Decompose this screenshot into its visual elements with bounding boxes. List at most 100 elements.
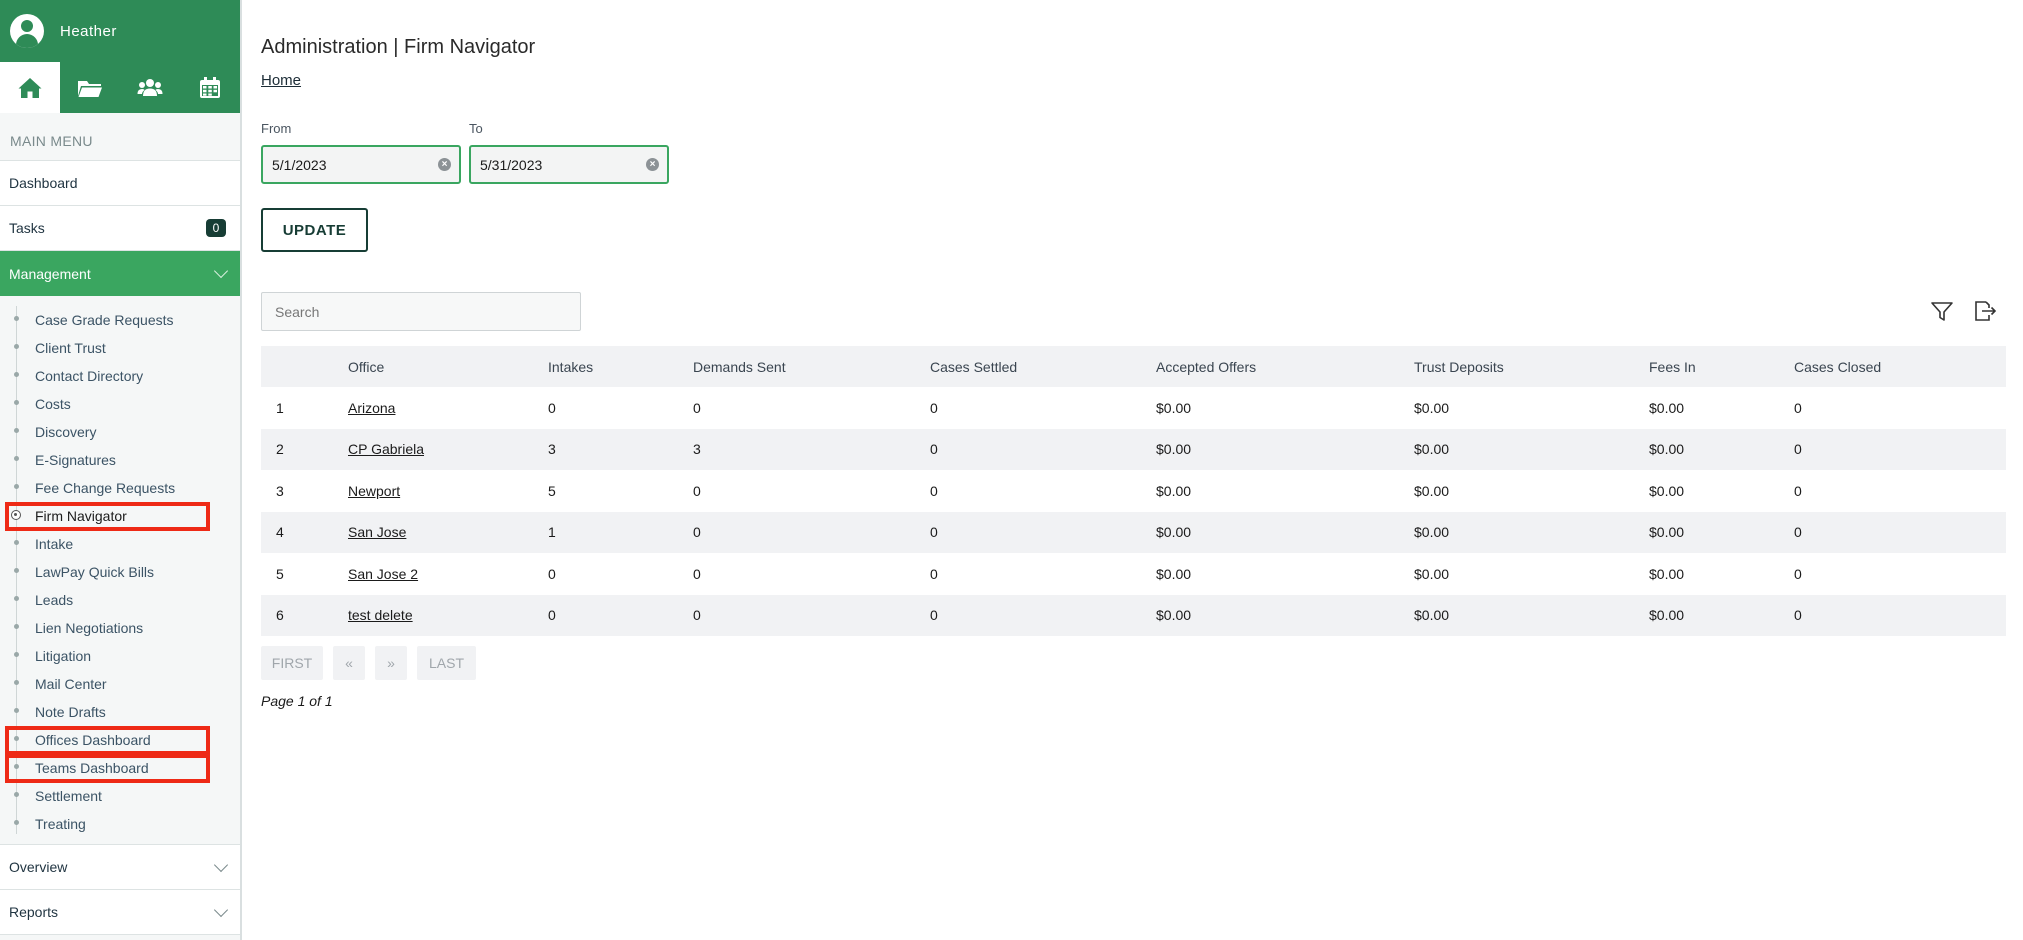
sidebar-item-dashboard[interactable]: Dashboard <box>0 161 240 206</box>
calendar-tab[interactable] <box>180 62 240 113</box>
offices-table: Office Intakes Demands Sent Cases Settle… <box>261 346 2006 636</box>
cases-tab[interactable] <box>60 62 120 113</box>
sidebar-item-management[interactable]: Management <box>0 251 240 296</box>
user-name[interactable]: Heather <box>60 23 117 40</box>
submenu-item-intake[interactable]: Intake <box>0 530 240 558</box>
column-header-office[interactable]: Office <box>348 346 548 387</box>
submenu-item-lawpay-quick-bills[interactable]: LawPay Quick Bills <box>0 558 240 586</box>
accepted-offers-cell: $0.00 <box>1156 482 1192 499</box>
column-header-cases-closed[interactable]: Cases Closed <box>1794 346 2006 387</box>
submenu-item-label: Offices Dashboard <box>35 732 151 748</box>
fees-in-cell: $0.00 <box>1649 594 1794 636</box>
update-button[interactable]: UPDATE <box>261 208 368 252</box>
first-page-button[interactable]: FIRST <box>261 646 323 680</box>
home-tab[interactable] <box>0 62 60 113</box>
table-row: 2 CP Gabriela 3 3 0 $0.00 $0.00 $0.00 0 <box>261 428 2006 470</box>
bullet-icon <box>14 400 19 405</box>
row-index: 3 <box>276 482 284 499</box>
cases-settled-cell: 0 <box>930 399 938 416</box>
sidebar-item-overview[interactable]: Overview <box>0 845 240 890</box>
to-date-value: 5/31/2023 <box>480 156 543 173</box>
office-link[interactable]: San Jose <box>348 524 406 540</box>
submenu-item-discovery[interactable]: Discovery <box>0 418 240 446</box>
cases-settled-cell: 0 <box>930 565 938 582</box>
bullet-icon <box>14 344 19 349</box>
submenu-item-teams-dashboard[interactable]: Teams Dashboard <box>0 754 240 782</box>
submenu-item-label: Settlement <box>35 788 102 804</box>
export-icon[interactable] <box>1971 298 1997 324</box>
search-input[interactable]: Search <box>261 292 581 331</box>
submenu-item-label: Discovery <box>35 424 97 440</box>
bullet-icon <box>14 428 19 433</box>
office-link[interactable]: test delete <box>348 607 413 623</box>
column-header-fees-in[interactable]: Fees In <box>1649 346 1794 387</box>
user-bar[interactable]: Heather <box>0 0 240 62</box>
trust-deposits-cell: $0.00 <box>1414 594 1649 636</box>
breadcrumb-home-link[interactable]: Home <box>261 72 301 89</box>
submenu-item-client-trust[interactable]: Client Trust <box>0 334 240 362</box>
filter-icon[interactable] <box>1929 298 1955 324</box>
intakes-cell: 5 <box>548 482 556 499</box>
office-link[interactable]: Newport <box>348 483 400 499</box>
submenu-item-litigation[interactable]: Litigation <box>0 642 240 670</box>
clear-to-date-icon[interactable]: × <box>646 158 659 171</box>
table-row: 6 test delete 0 0 0 $0.00 $0.00 $0.00 0 <box>261 594 2006 636</box>
sidebar-item-label: Tasks <box>9 220 45 236</box>
submenu-item-case-grade-requests[interactable]: Case Grade Requests <box>0 306 240 334</box>
submenu-item-label: Fee Change Requests <box>35 480 176 496</box>
bullet-icon <box>14 764 19 769</box>
submenu-item-settlement[interactable]: Settlement <box>0 782 240 810</box>
accepted-offers-cell: $0.00 <box>1156 511 1414 553</box>
row-index: 4 <box>261 511 348 553</box>
last-page-button[interactable]: LAST <box>417 646 476 680</box>
trust-deposits-cell: $0.00 <box>1414 511 1649 553</box>
contacts-tab[interactable] <box>120 62 180 113</box>
row-index: 5 <box>276 565 284 582</box>
row-index: 2 <box>261 428 348 470</box>
table-row: 4 San Jose 1 0 0 $0.00 $0.00 $0.00 0 <box>261 511 2006 553</box>
sidebar-item-label: Dashboard <box>9 175 78 191</box>
from-date-field[interactable]: 5/1/2023 × <box>261 145 461 184</box>
office-cell: San Jose 2 <box>348 553 548 595</box>
submenu-item-e-signatures[interactable]: E-Signatures <box>0 446 240 474</box>
clear-from-date-icon[interactable]: × <box>438 158 451 171</box>
submenu-item-lien-negotiations[interactable]: Lien Negotiations <box>0 614 240 642</box>
column-header-demands-sent[interactable]: Demands Sent <box>693 346 930 387</box>
submenu-item-offices-dashboard[interactable]: Offices Dashboard <box>0 726 240 754</box>
office-link[interactable]: Arizona <box>348 400 395 416</box>
row-index: 6 <box>261 594 348 636</box>
submenu-item-firm-navigator[interactable]: Firm Navigator <box>0 502 240 530</box>
table-row: 3 Newport 5 0 0 $0.00 $0.00 $0.00 0 <box>261 470 2006 512</box>
prev-page-button[interactable]: « <box>333 646 365 680</box>
submenu-item-costs[interactable]: Costs <box>0 390 240 418</box>
cases-settled-cell: 0 <box>930 482 938 499</box>
submenu-item-leads[interactable]: Leads <box>0 586 240 614</box>
submenu-item-treating[interactable]: Treating <box>0 810 240 838</box>
submenu-item-note-drafts[interactable]: Note Drafts <box>0 698 240 726</box>
column-header-cases-settled[interactable]: Cases Settled <box>930 346 1156 387</box>
bullet-icon <box>14 596 19 601</box>
fees-in-cell: $0.00 <box>1649 428 1794 470</box>
bullet-icon <box>14 372 19 377</box>
submenu-item-mail-center[interactable]: Mail Center <box>0 670 240 698</box>
tasks-count-badge: 0 <box>206 219 226 237</box>
submenu-item-contact-directory[interactable]: Contact Directory <box>0 362 240 390</box>
fees-in-cell: $0.00 <box>1649 565 1685 582</box>
column-header-intakes[interactable]: Intakes <box>548 346 693 387</box>
next-page-button[interactable]: » <box>375 646 407 680</box>
column-header-accepted-offers[interactable]: Accepted Offers <box>1156 346 1414 387</box>
bullet-icon <box>14 484 19 489</box>
submenu-item-label: Firm Navigator <box>35 508 127 524</box>
calendar-icon <box>200 76 220 98</box>
sidebar-item-tasks[interactable]: Tasks 0 <box>0 206 240 251</box>
submenu-item-label: Mail Center <box>35 676 107 692</box>
office-cell: San Jose <box>348 511 548 553</box>
submenu-item-fee-change-requests[interactable]: Fee Change Requests <box>0 474 240 502</box>
to-date-field[interactable]: 5/31/2023 × <box>469 145 669 184</box>
sidebar-item-reports[interactable]: Reports <box>0 890 240 935</box>
office-link[interactable]: CP Gabriela <box>348 441 424 457</box>
user-avatar-icon[interactable] <box>10 14 44 48</box>
cases-closed-cell: 0 <box>1794 399 1802 416</box>
office-link[interactable]: San Jose 2 <box>348 566 418 582</box>
column-header-trust-deposits[interactable]: Trust Deposits <box>1414 346 1649 387</box>
